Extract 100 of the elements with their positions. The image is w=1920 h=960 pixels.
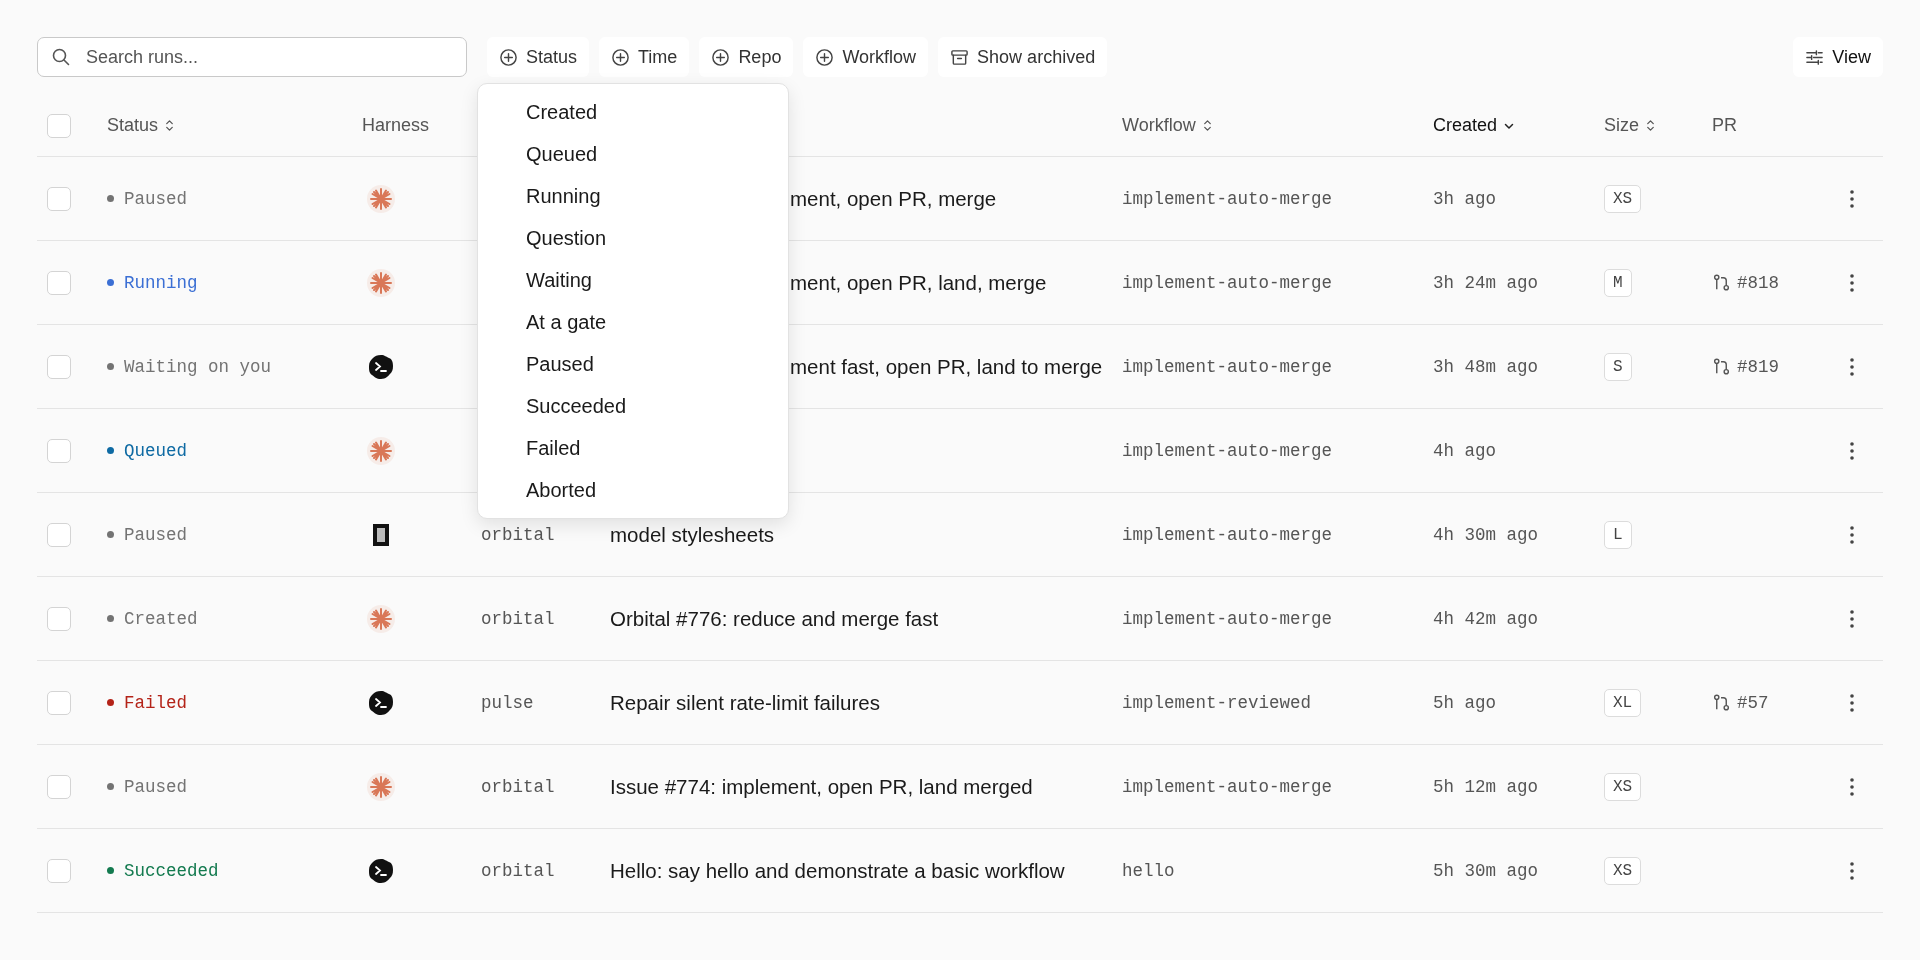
select-all-checkbox[interactable] <box>47 113 71 138</box>
run-title[interactable]: model stylesheets <box>610 522 775 546</box>
run-title[interactable]: ment, open PR, land, merge <box>790 270 1047 294</box>
menu-item[interactable]: Queued <box>478 133 788 175</box>
view-button[interactable]: View <box>1793 37 1883 77</box>
more-options-icon[interactable] <box>1849 860 1855 881</box>
repo-name: orbital <box>481 776 555 797</box>
more-options-icon[interactable] <box>1849 608 1855 629</box>
created-time: 3h 48m ago <box>1433 356 1539 377</box>
menu-item[interactable]: Aborted <box>478 469 788 511</box>
run-title[interactable]: Repair silent rate-limit failures <box>610 690 880 714</box>
filter-button[interactable]: Repo <box>699 37 794 77</box>
menu-item[interactable]: Created <box>478 91 788 133</box>
plus-circle-icon <box>711 47 731 67</box>
repo-name: orbital <box>481 524 555 545</box>
more-options-icon[interactable] <box>1849 776 1855 797</box>
row-checkbox[interactable] <box>47 858 71 883</box>
search-field[interactable]: Search runs... <box>37 37 467 77</box>
created-time: 4h 42m ago <box>1433 608 1539 629</box>
pull-request-icon <box>1712 693 1731 712</box>
column-header[interactable]: Workflow <box>1122 115 1433 136</box>
created-time: 5h 12m ago <box>1433 776 1539 797</box>
column-header[interactable]: Created <box>1433 115 1604 136</box>
row-checkbox[interactable] <box>47 438 71 463</box>
status-text: Failed <box>124 692 187 713</box>
workflow-name: implement-auto-merge <box>1122 356 1333 377</box>
search-icon <box>51 47 71 67</box>
menu-item[interactable]: At a gate <box>478 301 788 343</box>
size-tag: XS <box>1604 856 1642 885</box>
pull-request-icon <box>1712 357 1731 376</box>
run-title[interactable]: Hello: say hello and demonstrate a basic workflow <box>610 858 1065 882</box>
sort-icon <box>164 118 176 133</box>
plus-circle-icon <box>815 47 835 67</box>
status-text: Created <box>124 608 198 629</box>
more-options-icon[interactable] <box>1849 272 1855 293</box>
sort-icon <box>1201 118 1213 133</box>
row-checkbox[interactable] <box>47 186 71 211</box>
pr-link[interactable]: #819 <box>1737 356 1779 377</box>
repo-name: orbital <box>481 860 555 881</box>
created-time: 4h ago <box>1433 440 1496 461</box>
pull-request-icon <box>1712 273 1731 292</box>
created-time: 3h ago <box>1433 188 1496 209</box>
row-checkbox[interactable] <box>47 354 71 379</box>
asterisk-icon <box>366 267 396 298</box>
status-text: Paused <box>124 188 187 209</box>
column-header: PR <box>1712 115 1738 136</box>
more-options-icon[interactable] <box>1849 692 1855 713</box>
more-options-icon[interactable] <box>1849 356 1855 377</box>
menu-item[interactable]: Failed <box>478 427 788 469</box>
plus-circle-icon <box>499 47 518 67</box>
created-time: 5h 30m ago <box>1433 860 1539 881</box>
sliders-icon <box>1805 47 1825 67</box>
status-text: Paused <box>124 776 187 797</box>
menu-item[interactable]: Succeeded <box>478 385 788 427</box>
row-checkbox[interactable] <box>47 270 71 295</box>
workflow-name: implement-auto-merge <box>1122 440 1333 461</box>
row-checkbox[interactable] <box>47 606 71 631</box>
menu-item[interactable]: Question <box>478 217 788 259</box>
row-checkbox[interactable] <box>47 774 71 799</box>
run-title[interactable]: ment, open PR, merge <box>790 186 997 210</box>
pr-link[interactable]: #818 <box>1737 272 1779 293</box>
filter-button[interactable]: Time <box>599 37 690 77</box>
more-options-icon[interactable] <box>1849 188 1855 209</box>
size-tag: L <box>1604 520 1632 549</box>
created-time: 4h 30m ago <box>1433 524 1539 545</box>
archive-icon <box>950 47 970 67</box>
size-tag: XS <box>1604 772 1642 801</box>
filter-button[interactable]: Workflow <box>803 37 929 77</box>
menu-item[interactable]: Paused <box>478 343 788 385</box>
workflow-name: implement-reviewed <box>1122 692 1312 713</box>
run-title[interactable]: ment fast, open PR, land to merge <box>790 354 1103 378</box>
run-title[interactable]: Issue #774: implement, open PR, land merged <box>610 774 1033 798</box>
size-tag: XS <box>1604 184 1642 213</box>
status-text: Queued <box>124 440 187 461</box>
menu-item[interactable]: Running <box>478 175 788 217</box>
filter-button[interactable]: Status <box>487 37 590 77</box>
filter-button[interactable]: Show archived <box>938 37 1108 77</box>
asterisk-icon <box>366 603 396 634</box>
created-time: 3h 24m ago <box>1433 272 1539 293</box>
plus-circle-icon <box>611 47 631 67</box>
column-header[interactable]: Status <box>107 115 362 136</box>
repo-name: orbital <box>481 608 555 629</box>
size-tag: XL <box>1604 688 1642 717</box>
more-options-icon[interactable] <box>1849 440 1855 461</box>
status-text: Waiting on you <box>124 356 272 377</box>
column-header[interactable]: Size <box>1604 115 1712 136</box>
menu-item[interactable]: Waiting <box>478 259 788 301</box>
asterisk-icon <box>366 771 396 802</box>
pr-link[interactable]: #57 <box>1737 692 1769 713</box>
run-title[interactable]: Orbital #776: reduce and merge fast <box>610 606 939 630</box>
status-text: Succeeded <box>124 860 219 881</box>
row-checkbox[interactable] <box>47 690 71 715</box>
more-options-icon[interactable] <box>1849 524 1855 545</box>
row-checkbox[interactable] <box>47 522 71 547</box>
asterisk-icon <box>366 183 396 214</box>
workflow-name: implement-auto-merge <box>1122 524 1333 545</box>
sort-icon <box>1645 118 1656 133</box>
created-time: 5h ago <box>1433 692 1496 713</box>
status-text: Paused <box>124 524 187 545</box>
workflow-name: implement-auto-merge <box>1122 608 1333 629</box>
